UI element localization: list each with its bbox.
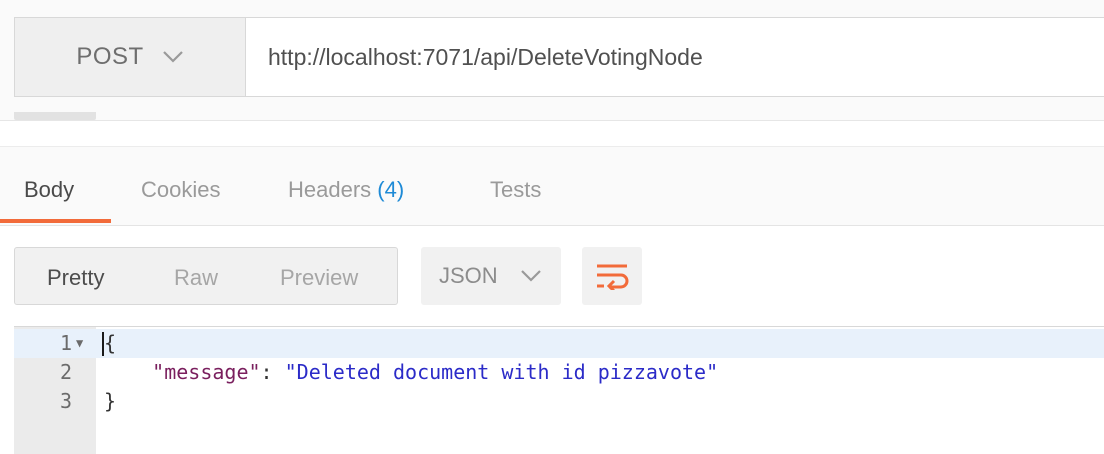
format-dropdown[interactable]: JSON xyxy=(421,247,561,305)
code-text: { xyxy=(104,331,117,355)
active-tab-indicator xyxy=(0,219,111,223)
tab-tests-label: Tests xyxy=(490,177,542,202)
view-pretty-button[interactable]: Pretty xyxy=(47,265,104,291)
json-string-value: "Deleted document with id pizzavote" xyxy=(284,360,719,384)
url-text: http://localhost:7071/api/DeleteVotingNo… xyxy=(268,43,703,70)
headers-count-badge: (4) xyxy=(377,177,405,202)
code-line: 3 } xyxy=(14,387,1104,416)
fold-arrow-icon[interactable]: ▼ xyxy=(76,329,83,358)
line-number: 3 xyxy=(59,389,72,413)
tab-headers-label: Headers xyxy=(288,177,372,202)
line-number: 2 xyxy=(59,360,72,384)
response-tabs: Body Cookies Headers (4) Tests xyxy=(0,146,1104,226)
tab-body[interactable]: Body xyxy=(24,177,74,203)
chevron-down-icon xyxy=(162,51,183,63)
code-line: 1 ▼ { xyxy=(14,329,1104,358)
wrap-lines-button[interactable] xyxy=(582,247,642,305)
divider xyxy=(0,121,1104,146)
tab-body-label: Body xyxy=(24,177,75,202)
chevron-down-icon xyxy=(520,270,541,282)
format-label: JSON xyxy=(439,263,498,288)
wrap-lines-icon xyxy=(597,264,629,290)
request-subtab-indicator xyxy=(14,112,96,120)
view-mode-switch: Pretty Raw Preview xyxy=(14,247,398,305)
view-raw-button[interactable]: Raw xyxy=(174,265,218,291)
code-text: "message": "Deleted document with id piz… xyxy=(104,358,718,387)
json-key: "message" xyxy=(152,360,261,384)
tab-cookies-label: Cookies xyxy=(141,177,221,202)
tab-tests[interactable]: Tests xyxy=(490,177,541,203)
text-cursor xyxy=(102,332,104,356)
method-dropdown[interactable]: POST xyxy=(15,18,246,96)
tab-headers[interactable]: Headers (4) xyxy=(288,177,404,203)
response-body-editor[interactable]: 1 ▼ { 2 "message": "Deleted document wit… xyxy=(14,326,1104,454)
tab-cookies[interactable]: Cookies xyxy=(141,177,220,203)
method-label: POST xyxy=(76,43,144,70)
json-separator: : xyxy=(260,360,285,384)
request-bar: POST http://localhost:7071/api/DeleteVot… xyxy=(14,17,1104,97)
view-preview-button[interactable]: Preview xyxy=(280,265,358,291)
url-input[interactable]: http://localhost:7071/api/DeleteVotingNo… xyxy=(246,18,1104,96)
request-area: POST http://localhost:7071/api/DeleteVot… xyxy=(0,0,1104,121)
line-number: 1 xyxy=(59,331,72,355)
code-text: } xyxy=(104,389,117,413)
code-line: 2 "message": "Deleted document with id p… xyxy=(14,358,1104,387)
response-toolbar: Pretty Raw Preview JSON xyxy=(0,226,1104,326)
